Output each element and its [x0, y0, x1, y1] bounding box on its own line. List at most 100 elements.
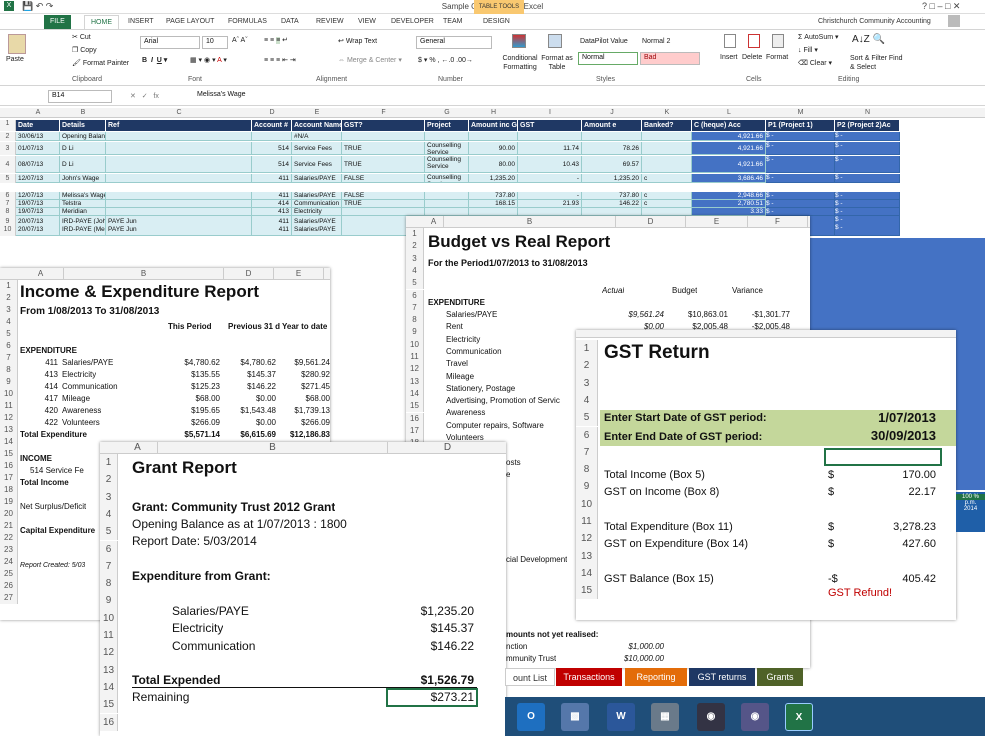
column-header[interactable]: E: [686, 216, 748, 228]
avatar[interactable]: [948, 15, 960, 27]
column-header[interactable]: B: [64, 268, 224, 280]
table-cell[interactable]: Counselling Service: [425, 174, 469, 183]
table-cell[interactable]: Electricity: [292, 208, 342, 216]
table-header-cell[interactable]: Account Name: [292, 120, 342, 131]
tab-design[interactable]: DESIGN: [477, 15, 516, 29]
sort-find-icons[interactable]: A↓Z 🔍: [852, 34, 885, 45]
table-cell[interactable]: PAYE Jun: [106, 224, 252, 236]
table-cell[interactable]: $ -: [835, 200, 900, 208]
column-header[interactable]: D: [224, 268, 274, 280]
table-cell[interactable]: 30/06/13: [16, 132, 60, 141]
table-cell[interactable]: FALSE: [342, 192, 425, 200]
table-cell[interactable]: $ -: [835, 208, 900, 216]
tab-data[interactable]: DATA: [275, 15, 305, 29]
table-cell[interactable]: 1,235.20: [582, 174, 642, 183]
table-cell[interactable]: [106, 142, 252, 155]
table-cell[interactable]: 146.22: [582, 200, 642, 208]
window-controls[interactable]: ? □ – □ ✕: [922, 1, 960, 12]
selected-cell[interactable]: [824, 448, 942, 466]
sheet-tab-account-list[interactable]: ount List: [505, 668, 555, 686]
column-header[interactable]: A: [16, 108, 60, 118]
table-cell[interactable]: -: [518, 192, 582, 200]
borders-fill-color-buttons[interactable]: ▦ ▾ ◉ ▾ A ▾: [190, 56, 227, 64]
table-cell[interactable]: 21.93: [518, 200, 582, 208]
table-cell[interactable]: 514: [252, 156, 292, 173]
format-as-table-button[interactable]: Format as Table: [540, 54, 574, 72]
table-header-cell[interactable]: Amount e: [582, 120, 642, 131]
column-header[interactable]: G: [425, 108, 469, 118]
cut-button[interactable]: ✂ Cut: [72, 33, 91, 41]
table-cell[interactable]: $ -: [835, 156, 900, 173]
format-cells-icon[interactable]: [772, 34, 784, 48]
sort-find-buttons[interactable]: Sort & Filter Find & Select: [850, 54, 904, 72]
table-cell[interactable]: 2,780.51: [692, 200, 766, 208]
font-name-select[interactable]: Arial: [140, 36, 200, 49]
table-cell[interactable]: [642, 156, 692, 173]
remaining-value[interactable]: $273.21: [386, 688, 478, 707]
table-cell[interactable]: 411: [252, 174, 292, 183]
format-painter-button[interactable]: 🖌 Format Painter: [72, 59, 129, 67]
tab-review[interactable]: REVIEW: [310, 15, 350, 29]
table-cell[interactable]: [342, 208, 425, 216]
security-icon[interactable]: ◉: [697, 703, 725, 731]
word-icon[interactable]: W: [607, 703, 635, 731]
table-cell[interactable]: 4,921.66: [692, 156, 766, 173]
table-header-cell[interactable]: Ref: [106, 120, 252, 131]
table-header-cell[interactable]: Date: [16, 120, 60, 131]
wrap-text-button[interactable]: ↩ Wrap Text: [338, 37, 377, 45]
table-cell[interactable]: 69.57: [582, 156, 642, 173]
style-normal[interactable]: Normal: [578, 52, 638, 65]
table-cell[interactable]: $ -: [835, 192, 900, 200]
column-header[interactable]: A: [424, 216, 444, 228]
table-cell[interactable]: Communication: [292, 200, 342, 208]
table-cell[interactable]: Service Fees: [292, 156, 342, 173]
table-cell[interactable]: Opening Balances: [60, 132, 106, 141]
column-header[interactable]: A: [18, 268, 64, 280]
table-cell[interactable]: $ -: [766, 192, 835, 200]
delete-button[interactable]: Delete: [742, 54, 762, 61]
style-datapilot[interactable]: DataPilot Value: [580, 38, 628, 45]
table-cell[interactable]: 1,235.20: [469, 174, 518, 183]
table-cell[interactable]: 80.00: [469, 156, 518, 173]
table-cell[interactable]: 413: [252, 208, 292, 216]
column-header[interactable]: F: [324, 268, 330, 280]
table-header-cell[interactable]: GST?: [342, 120, 425, 131]
font-size-select[interactable]: 10: [202, 36, 228, 49]
table-header-cell[interactable]: Amount inc G: [469, 120, 518, 131]
table-cell[interactable]: Salaries/PAYE: [292, 174, 342, 183]
table-header-cell[interactable]: Project: [425, 120, 469, 131]
column-header[interactable]: F: [748, 216, 808, 228]
excel-taskbar-icon[interactable]: X: [785, 703, 813, 731]
table-cell[interactable]: [518, 132, 582, 141]
table-cell[interactable]: 414: [252, 200, 292, 208]
tab-view[interactable]: VIEW: [352, 15, 382, 29]
column-header[interactable]: C: [106, 108, 252, 118]
table-cell[interactable]: Counselling Service: [425, 142, 469, 155]
align-top-buttons[interactable]: ≡ ≡ ≡ ↵: [264, 36, 288, 44]
table-cell[interactable]: TRUE: [342, 142, 425, 155]
table-header-cell[interactable]: Details: [60, 120, 106, 131]
column-header[interactable]: B: [60, 108, 106, 118]
end-date-input[interactable]: 30/09/2013: [826, 428, 936, 443]
column-header[interactable]: F: [342, 108, 425, 118]
sheet-tab-grants[interactable]: Grants: [757, 668, 803, 686]
table-cell[interactable]: [582, 208, 642, 216]
column-header[interactable]: D: [252, 108, 292, 118]
sheet-tab-transactions[interactable]: Transactions: [556, 668, 622, 686]
table-cell[interactable]: [582, 132, 642, 141]
table-cell[interactable]: [106, 192, 252, 200]
conditional-formatting-icon[interactable]: [512, 34, 526, 48]
table-cell[interactable]: FALSE: [342, 174, 425, 183]
table-cell[interactable]: $ -: [766, 156, 835, 173]
format-button[interactable]: Format: [766, 54, 788, 61]
table-cell[interactable]: Meridian: [60, 208, 106, 216]
number-format-buttons[interactable]: $ ▾ % , ←.0 .00→: [418, 56, 473, 64]
align-left-buttons[interactable]: ≡ ≡ ≡ ⇤ ⇥: [264, 56, 296, 64]
table-cell[interactable]: $ -: [766, 208, 835, 216]
paste-button[interactable]: Paste: [6, 56, 24, 63]
insert-button[interactable]: Insert: [720, 54, 738, 61]
column-header[interactable]: B: [158, 442, 388, 454]
column-header[interactable]: N: [835, 108, 900, 118]
table-cell[interactable]: 08/07/13: [16, 156, 60, 173]
table-cell[interactable]: 737.80: [469, 192, 518, 200]
